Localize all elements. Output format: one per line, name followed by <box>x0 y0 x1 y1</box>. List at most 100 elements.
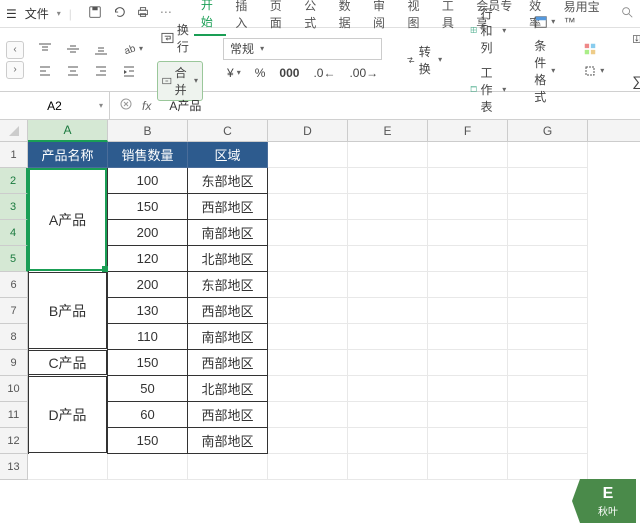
cell-G7[interactable] <box>508 298 588 324</box>
cell-F2[interactable] <box>428 168 508 194</box>
table-format-icon[interactable]: ▾ <box>530 13 559 31</box>
cell-C2[interactable]: 东部地区 <box>188 168 268 194</box>
cell-G9[interactable] <box>508 350 588 376</box>
cell-C12[interactable]: 南部地区 <box>188 428 268 454</box>
cell-B11[interactable]: 60 <box>108 402 188 428</box>
cell-E10[interactable] <box>348 376 428 402</box>
cell-F8[interactable] <box>428 324 508 350</box>
comma-icon[interactable]: 000 <box>275 64 303 82</box>
align-center-icon[interactable] <box>62 62 84 80</box>
tab-7[interactable]: 工具 <box>435 0 467 35</box>
fx-icon[interactable]: fx <box>142 99 151 113</box>
cell-G10[interactable] <box>508 376 588 402</box>
convert-button[interactable]: 转换▾ <box>402 41 446 79</box>
cell-D3[interactable] <box>268 194 348 220</box>
cell-D9[interactable] <box>268 350 348 376</box>
cell-B5[interactable]: 120 <box>108 246 188 272</box>
cell-F7[interactable] <box>428 298 508 324</box>
tab-10[interactable]: 易用宝 ™ <box>557 0 610 33</box>
menu-icon[interactable]: ☰ <box>6 7 17 21</box>
tab-2[interactable]: 页面 <box>263 0 295 35</box>
row-header-13[interactable]: 13 <box>0 454 27 480</box>
cell-styles-icon[interactable] <box>579 40 601 58</box>
row-header-6[interactable]: 6 <box>0 272 27 298</box>
indent-icon[interactable] <box>118 62 140 80</box>
cell-C9[interactable]: 西部地区 <box>188 350 268 376</box>
cell-B1[interactable]: 销售数量 <box>108 142 188 168</box>
cell-F11[interactable] <box>428 402 508 428</box>
row-header-4[interactable]: 4 <box>0 220 28 246</box>
align-middle-icon[interactable] <box>62 40 84 58</box>
row-header-3[interactable]: 3 <box>0 194 28 220</box>
ribbon-prev-button[interactable]: ‹ <box>6 41 24 59</box>
col-header-B[interactable]: B <box>108 120 188 141</box>
undo-icon[interactable] <box>112 5 126 22</box>
cell-G1[interactable] <box>508 142 588 168</box>
cell-B7[interactable]: 130 <box>108 298 188 324</box>
cell-E6[interactable] <box>348 272 428 298</box>
cell-E3[interactable] <box>348 194 428 220</box>
col-header-A[interactable]: A <box>28 120 108 142</box>
print-icon[interactable] <box>136 5 150 22</box>
name-box[interactable]: ▾ <box>0 92 110 119</box>
orientation-icon[interactable]: ab▾ <box>118 40 147 58</box>
cell-D10[interactable] <box>268 376 348 402</box>
cell-C8[interactable]: 南部地区 <box>188 324 268 350</box>
cell-E5[interactable] <box>348 246 428 272</box>
select-all-corner[interactable] <box>0 120 28 141</box>
cell-G8[interactable] <box>508 324 588 350</box>
cell-G4[interactable] <box>508 220 588 246</box>
save-icon[interactable] <box>88 5 102 22</box>
tab-4[interactable]: 数据 <box>332 0 364 35</box>
merged-cell-A产品[interactable]: A产品 <box>28 168 107 271</box>
col-header-C[interactable]: C <box>188 120 268 141</box>
cell-C11[interactable]: 西部地区 <box>188 402 268 428</box>
tab-5[interactable]: 审阅 <box>366 0 398 35</box>
cell-C6[interactable]: 东部地区 <box>188 272 268 298</box>
merged-cell-D产品[interactable]: D产品 <box>28 376 107 453</box>
currency-button[interactable]: ¥▾ <box>223 64 245 82</box>
cell-E12[interactable] <box>348 428 428 454</box>
col-header-E[interactable]: E <box>348 120 428 141</box>
cell-B4[interactable]: 200 <box>108 220 188 246</box>
ribbon-next-button[interactable]: › <box>6 61 24 79</box>
name-box-input[interactable] <box>20 99 90 113</box>
cell-E11[interactable] <box>348 402 428 428</box>
file-menu[interactable]: 文件 <box>25 5 49 22</box>
cell-F10[interactable] <box>428 376 508 402</box>
decrease-decimal-icon[interactable]: .0← <box>309 64 339 82</box>
cell-F12[interactable] <box>428 428 508 454</box>
cell-B3[interactable]: 150 <box>108 194 188 220</box>
cell-A1[interactable]: 产品名称 <box>28 142 108 168</box>
col-header-F[interactable]: F <box>428 120 508 141</box>
cell-F3[interactable] <box>428 194 508 220</box>
cell-D1[interactable] <box>268 142 348 168</box>
number-format-combo[interactable]: 常规▾ <box>223 38 382 60</box>
cell-E7[interactable] <box>348 298 428 324</box>
merge-button[interactable]: 合并▾ <box>157 61 203 101</box>
cell-E2[interactable] <box>348 168 428 194</box>
tab-6[interactable]: 视图 <box>400 0 432 35</box>
cancel-icon[interactable] <box>120 98 132 113</box>
merged-cell-C产品[interactable]: C产品 <box>28 350 107 375</box>
cell-F13[interactable] <box>428 454 508 480</box>
cell-G6[interactable] <box>508 272 588 298</box>
row-header-2[interactable]: 2 <box>0 168 28 194</box>
cell-F9[interactable] <box>428 350 508 376</box>
cell-B6[interactable]: 200 <box>108 272 188 298</box>
cell-D7[interactable] <box>268 298 348 324</box>
cell-D8[interactable] <box>268 324 348 350</box>
cell-G11[interactable] <box>508 402 588 428</box>
cell-D5[interactable] <box>268 246 348 272</box>
cell-B9[interactable]: 150 <box>108 350 188 376</box>
increase-decimal-icon[interactable]: .00→ <box>345 64 382 82</box>
col-header-D[interactable]: D <box>268 120 348 141</box>
cell-D13[interactable] <box>268 454 348 480</box>
cell-G5[interactable] <box>508 246 588 272</box>
cell-C7[interactable]: 西部地区 <box>188 298 268 324</box>
cell-G3[interactable] <box>508 194 588 220</box>
formula-input[interactable]: A产品 <box>161 97 640 114</box>
cell-C1[interactable]: 区域 <box>188 142 268 168</box>
cell-E8[interactable] <box>348 324 428 350</box>
format-icon[interactable]: ▾ <box>579 62 608 80</box>
